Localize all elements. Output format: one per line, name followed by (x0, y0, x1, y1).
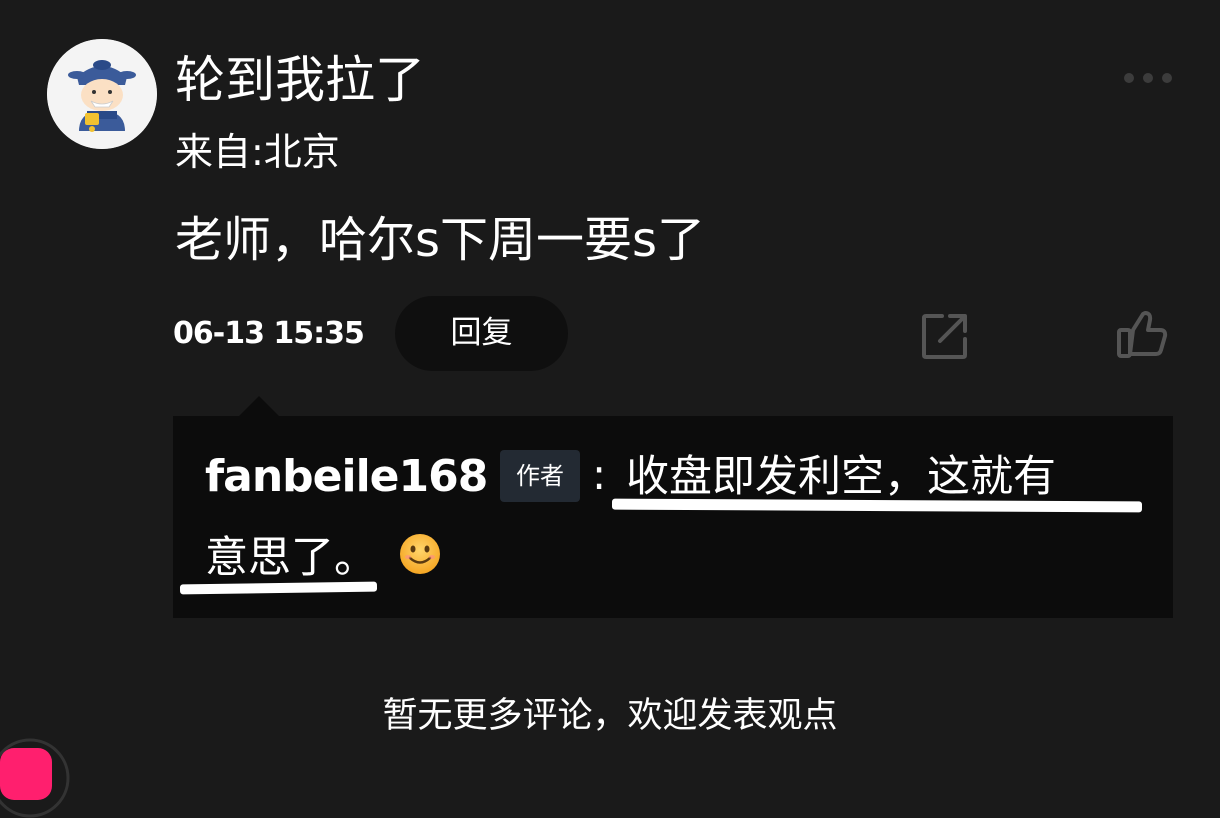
comment-username[interactable]: 轮到我拉了 (175, 46, 425, 114)
reply-text-line2: 意思了。 (205, 533, 377, 583)
smile-emoji-icon (400, 534, 440, 574)
author-badge: 作者 (500, 450, 580, 502)
no-more-comments-text: 暂无更多评论，欢迎发表观点 (382, 696, 838, 736)
floating-action-button[interactable] (0, 738, 70, 818)
avatar-icon (47, 39, 157, 149)
reply-pointer (238, 396, 280, 417)
comment-text: 老师，哈尔s下周一要s了 (175, 212, 706, 268)
more-icon[interactable] (1120, 67, 1176, 89)
comment-location: 来自:北京 (175, 130, 340, 174)
comment-timestamp: 06-13 15:35 (173, 316, 365, 351)
reply-colon: : (592, 450, 607, 499)
reply-author[interactable]: fanbeile168 (205, 448, 488, 506)
reply-button[interactable]: 回复 (395, 296, 568, 371)
share-icon[interactable] (920, 311, 970, 361)
avatar[interactable] (47, 39, 157, 149)
like-icon[interactable] (1115, 308, 1169, 362)
